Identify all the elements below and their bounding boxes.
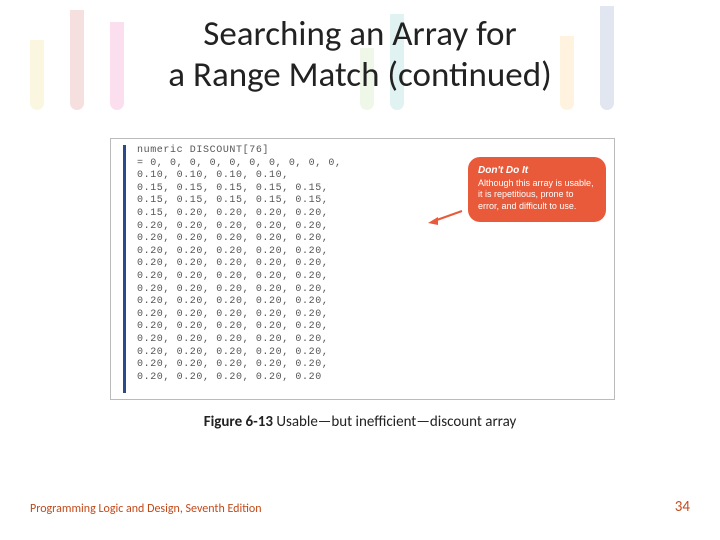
code-lines: = 0, 0, 0, 0, 0, 0, 0, 0, 0, 0, 0.10, 0.…: [137, 158, 342, 385]
code-line: 0.20, 0.20, 0.20, 0.20, 0.20,: [137, 296, 342, 309]
callout-title: Don't Do It: [478, 165, 596, 176]
code-line: = 0, 0, 0, 0, 0, 0, 0, 0, 0, 0,: [137, 158, 342, 171]
code-line: 0.20, 0.20, 0.20, 0.20, 0.20,: [137, 334, 342, 347]
code-line: 0.15, 0.15, 0.15, 0.15, 0.15,: [137, 183, 342, 196]
code-line: 0.20, 0.20, 0.20, 0.20, 0.20,: [137, 309, 342, 322]
callout-body: Although this array is usable, it is rep…: [478, 178, 596, 212]
figure-box: numeric DISCOUNT[76] = 0, 0, 0, 0, 0, 0,…: [110, 138, 615, 400]
code-line: 0.20, 0.20, 0.20, 0.20, 0.20,: [137, 347, 342, 360]
code-block: numeric DISCOUNT[76] = 0, 0, 0, 0, 0, 0,…: [137, 145, 342, 384]
dont-do-it-callout: Don't Do It Although this array is usabl…: [468, 157, 606, 222]
code-line: 0.15, 0.15, 0.15, 0.15, 0.15,: [137, 195, 342, 208]
code-line: 0.20, 0.20, 0.20, 0.20, 0.20,: [137, 221, 342, 234]
code-declaration: numeric DISCOUNT[76]: [137, 145, 342, 158]
code-line: 0.20, 0.20, 0.20, 0.20, 0.20,: [137, 258, 342, 271]
code-line: 0.20, 0.20, 0.20, 0.20, 0.20,: [137, 284, 342, 297]
figure-caption: Figure 6-13 Usable—but inefficient—disco…: [0, 413, 720, 431]
bg-bar: [30, 40, 44, 110]
figure-caption-text: Usable—but inefficient—discount array: [273, 413, 516, 431]
footer-page-number: 34: [675, 498, 690, 516]
code-line: 0.20, 0.20, 0.20, 0.20, 0.20,: [137, 271, 342, 284]
code-line: 0.15, 0.20, 0.20, 0.20, 0.20,: [137, 208, 342, 221]
callout-arrow-icon: [428, 207, 464, 225]
code-line: 0.20, 0.20, 0.20, 0.20, 0.20: [137, 372, 342, 385]
slide-title: Searching an Array fora Range Match (con…: [80, 14, 640, 97]
code-left-rule: [123, 145, 126, 393]
code-line: 0.20, 0.20, 0.20, 0.20, 0.20,: [137, 233, 342, 246]
figure-label: Figure 6-13: [204, 413, 273, 431]
code-line: 0.20, 0.20, 0.20, 0.20, 0.20,: [137, 321, 342, 334]
footer-book-title: Programming Logic and Design, Seventh Ed…: [30, 502, 262, 516]
code-line: 0.20, 0.20, 0.20, 0.20, 0.20,: [137, 359, 342, 372]
code-line: 0.20, 0.20, 0.20, 0.20, 0.20,: [137, 246, 342, 259]
code-line: 0.10, 0.10, 0.10, 0.10,: [137, 170, 342, 183]
